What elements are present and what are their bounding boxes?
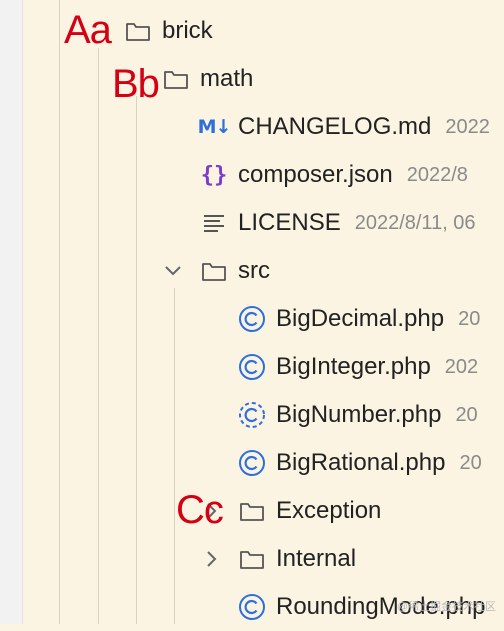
folder-icon bbox=[238, 545, 266, 573]
tree-item-label: BigRational.php bbox=[276, 449, 446, 476]
tree-row-src[interactable]: src bbox=[0, 247, 504, 295]
annotation-b: Bb bbox=[112, 62, 160, 106]
json-icon: {} bbox=[200, 162, 228, 188]
tree-item-date: 20 bbox=[459, 451, 482, 474]
tree-row-bigrational[interactable]: BigRational.php 20 bbox=[0, 439, 504, 487]
tree-row-license[interactable]: LICENSE 2022/8/11, 06 bbox=[0, 199, 504, 247]
annotation-a: Aa bbox=[64, 8, 112, 52]
tree-item-date: 2022/8/11, 06 bbox=[354, 211, 476, 234]
text-lines-icon bbox=[200, 209, 228, 237]
folder-icon bbox=[238, 497, 266, 525]
folder-icon bbox=[162, 65, 190, 93]
tree-item-label: BigNumber.php bbox=[276, 401, 442, 428]
tree-row-math[interactable]: math bbox=[0, 55, 504, 103]
tree-item-label: composer.json bbox=[238, 161, 393, 188]
tree-item-label: CHANGELOG.md bbox=[238, 113, 432, 140]
annotation-c: Cc bbox=[176, 488, 224, 532]
php-class-icon bbox=[238, 593, 266, 621]
tree-item-date: 20 bbox=[455, 403, 478, 426]
tree-item-label: math bbox=[200, 65, 254, 92]
tree-item-label: brick bbox=[162, 17, 213, 44]
tree-row-bignumber[interactable]: BigNumber.php 20 bbox=[0, 391, 504, 439]
tree-item-label: BigInteger.php bbox=[276, 353, 431, 380]
watermark: @稀土掘金技术社区 bbox=[397, 600, 496, 613]
tree-item-date: 2022/8 bbox=[406, 163, 468, 186]
tree-item-label: LICENSE bbox=[238, 209, 341, 236]
tree-row-biginteger[interactable]: BigInteger.php 202 bbox=[0, 343, 504, 391]
tree-row-exception[interactable]: Exception bbox=[0, 487, 504, 535]
tree-item-date: 202 bbox=[444, 355, 479, 378]
tree-item-label: BigDecimal.php bbox=[276, 305, 445, 332]
php-abstract-class-icon bbox=[238, 401, 266, 429]
folder-icon bbox=[124, 17, 152, 45]
folder-icon bbox=[200, 257, 228, 285]
tree-item-date: 2022 bbox=[445, 115, 490, 138]
markdown-icon: M↓ bbox=[197, 116, 232, 138]
tree-item-label: Exception bbox=[276, 497, 382, 524]
php-class-icon bbox=[238, 305, 266, 333]
tree-row-composer[interactable]: {} composer.json 2022/8 bbox=[0, 151, 504, 199]
tree-item-date: 20 bbox=[458, 307, 481, 330]
chevron-right-icon[interactable] bbox=[200, 550, 222, 568]
php-class-icon bbox=[238, 449, 266, 477]
tree-row-bigdecimal[interactable]: BigDecimal.php 20 bbox=[0, 295, 504, 343]
chevron-down-icon[interactable] bbox=[162, 265, 184, 277]
tree-item-label: Internal bbox=[276, 545, 357, 572]
tree-row-changelog[interactable]: M↓ CHANGELOG.md 2022 bbox=[0, 103, 504, 151]
tree-item-label: src bbox=[238, 257, 270, 284]
php-class-icon bbox=[238, 353, 266, 381]
tree-row-internal[interactable]: Internal bbox=[0, 535, 504, 583]
